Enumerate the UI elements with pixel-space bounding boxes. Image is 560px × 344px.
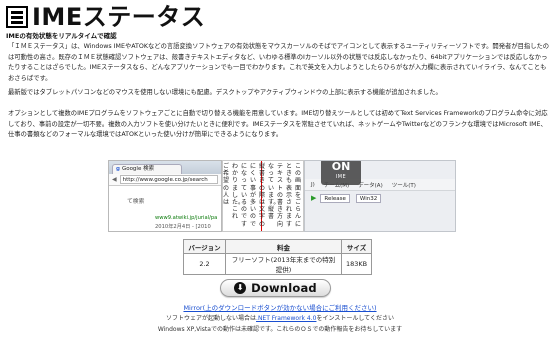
platform-select: Win32 — [355, 193, 382, 203]
browser-url: http://www.google.co.jp/search — [119, 175, 218, 184]
ime-logo-icon — [6, 6, 28, 28]
download-button-label: Download — [251, 281, 317, 295]
ide-menu-item: J) — [311, 181, 315, 188]
browser-result-url: www9.atwiki.jp/jurial/pa — [155, 215, 218, 221]
ime-on-badge: ON IME — [321, 160, 361, 185]
dotnet-note-prefix: ソフトウェアが起動しない場合は — [166, 315, 257, 322]
browser-tabbar: g Google 検索 — [109, 161, 221, 174]
text-column: テキストの書き方向 — [277, 163, 284, 228]
version-table: バージョン 料金 サイズ 2.2 フリーソフト(2013年末までの特別提供) 1… — [183, 239, 373, 275]
ide-toolbar-row: ▶ Release Win32 — [305, 191, 455, 205]
browser-tab-label: Google 検索 — [121, 166, 155, 172]
mirror-link[interactable]: Mirror(上のダウンロードボタンが効かない場合にご利用ください) — [0, 302, 560, 312]
table-header-version: バージョン — [183, 239, 226, 254]
table-header-row: バージョン 料金 サイズ — [183, 239, 373, 254]
page-subtitle: IMEの有効状態をリアルタイムで確認 — [6, 32, 117, 40]
screenshot-collage: g Google 検索 ◀ http://www.google.co.jp/se… — [108, 160, 456, 232]
table-header-size: サイズ — [340, 239, 373, 254]
page-header: IMEステータス — [6, 2, 205, 32]
play-icon: ▶ — [311, 194, 317, 202]
version-cell: 2.2 — [183, 253, 226, 275]
text-column: にくい事が多いので — [250, 163, 257, 228]
browser-body: て検索 www9.atwiki.jp/jurial/pa 2010年2月4日 -… — [109, 186, 221, 231]
ide-menu-item: ツール(T) — [391, 182, 416, 189]
text-column: になっているのです — [241, 163, 248, 228]
fee-cell: フリーソフト(2013年末までの特別提供) — [225, 253, 342, 275]
options-paragraph: オプションとして複数のIMEプログラムをソフトウェアごとに自動で切り替える機能を… — [8, 110, 548, 139]
dotnet-note-suffix: をインストールしてください — [316, 315, 394, 322]
ime-on-state: ON — [331, 160, 351, 173]
text-column: ご希望の人は — [223, 163, 230, 207]
text-column: なっています。縦書 — [268, 163, 280, 221]
intro-paragraph: 「ＩＭＥステータス」は、Windows IMEやATOKなどの言語変換ソフトウェ… — [8, 43, 550, 82]
ide-toolbar-screenshot: ON IME J) チーム(M) データ(A) ツール(T) ▶ Release… — [304, 160, 456, 232]
vertical-text-screenshot: この画面をごらんに ときも表示されます テキストの書き方向 なっています。縦書 … — [222, 160, 304, 232]
table-header-fee: 料金 — [225, 239, 342, 254]
dotnet-framework-link[interactable]: .NET Framework 4.0 — [256, 315, 316, 322]
ide-menu-item: データ(A) — [358, 182, 383, 189]
dotnet-note: ソフトウェアが起動しない場合は.NET Framework 4.0をインストール… — [0, 313, 560, 322]
ime-on-label: IME — [335, 174, 347, 180]
table-row: 2.2 フリーソフト(2013年末までの特別提供) 183KB — [183, 253, 373, 275]
browser-screenshot: g Google 検索 ◀ http://www.google.co.jp/se… — [108, 160, 222, 232]
browser-result-date: 2010年2月4日 - [2010 — [155, 224, 211, 230]
download-button[interactable]: ⬇ Download — [220, 279, 331, 297]
browser-tab: g Google 検索 — [112, 164, 182, 174]
browser-urlbar: ◀ http://www.google.co.jp/search — [109, 174, 221, 186]
text-column: この画面をごらんに — [295, 163, 302, 228]
tablet-paragraph: 最新版ではタブレットパソコンなどのマウスを使用しない環境にも配慮。デスクトップや… — [8, 89, 442, 96]
browser-search-text: て検索 — [127, 199, 145, 205]
page-title: IMEステータス — [32, 3, 206, 31]
google-icon: g — [116, 166, 120, 172]
text-column: わかりました。これ — [232, 163, 245, 221]
text-column: ときも表示されます — [286, 163, 293, 228]
text-column: 縦書きの際は文字の — [259, 163, 266, 228]
back-icon: ◀ — [112, 176, 117, 183]
os-compat-note: Windows XP,Vistaでの動作は未確認です。これらのＯＳでの動作報告を… — [157, 326, 403, 333]
download-arrow-icon: ⬇ — [234, 282, 247, 294]
config-select: Release — [320, 193, 350, 203]
size-cell: 183KB — [340, 253, 373, 275]
